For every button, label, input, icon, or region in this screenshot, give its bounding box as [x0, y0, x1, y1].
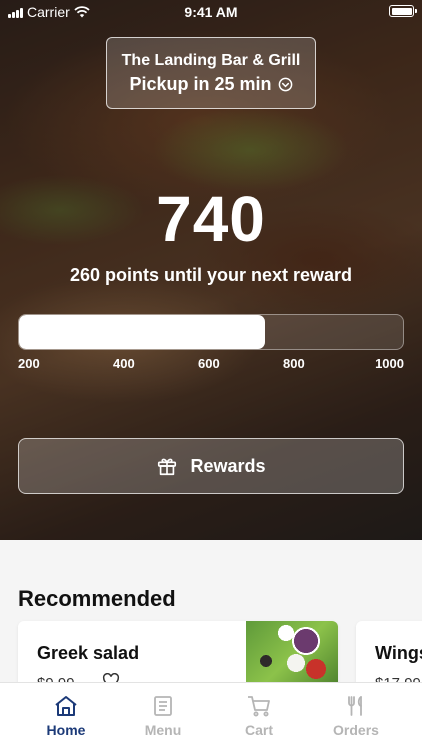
chevron-down-circle-icon [278, 77, 292, 92]
tick-label: 600 [198, 356, 220, 371]
rewards-button-label: Rewards [190, 455, 266, 476]
recommended-heading: Recommended [18, 586, 176, 611]
tick-label: 800 [283, 356, 305, 371]
pickup-time: Pickup in 25 min [129, 74, 272, 94]
home-icon [55, 696, 77, 716]
tick-label: 400 [113, 356, 135, 371]
tab-label: Menu [144, 722, 182, 738]
cart-icon [248, 696, 270, 717]
battery-icon [389, 5, 417, 17]
tab-bar: Home Menu Cart Orders [0, 682, 422, 750]
status-time: 9:41 AM [184, 4, 238, 20]
status-bar: Carrier 9:41 AM [0, 0, 422, 24]
rewards-progress-bar [18, 314, 404, 350]
tick-label: 200 [18, 356, 40, 371]
menu-item-name: Greek salad [37, 643, 140, 663]
points-remaining-label: 260 points until your next reward [69, 265, 353, 285]
tab-orders[interactable]: Orders [308, 683, 404, 750]
gift-icon [158, 458, 177, 476]
menu-item-card[interactable]: Greek salad $9.99 [18, 621, 338, 691]
tab-home[interactable]: Home [18, 683, 114, 750]
rewards-progress-fill [19, 315, 265, 349]
tick-label: 1000 [375, 356, 404, 371]
tab-label: Cart [244, 722, 273, 738]
menu-item-name: Wings [375, 643, 422, 663]
tab-label: Home [46, 722, 86, 738]
tab-menu[interactable]: Menu [115, 683, 211, 750]
progress-tick-labels: 200 400 600 800 1000 [18, 356, 404, 372]
tab-cart[interactable]: Cart [211, 683, 307, 750]
menu-item-card[interactable]: Wings $17.99 [356, 621, 422, 691]
menu-icon [154, 696, 172, 716]
restaurant-name: The Landing Bar & Grill [121, 52, 301, 69]
rewards-button[interactable]: Rewards [18, 438, 404, 494]
points-total: 740 [156, 183, 266, 255]
orders-icon [348, 696, 362, 716]
location-selector[interactable]: The Landing Bar & Grill Pickup in 25 min [106, 37, 316, 109]
greek-salad-image [246, 621, 338, 691]
tab-label: Orders [333, 722, 379, 738]
